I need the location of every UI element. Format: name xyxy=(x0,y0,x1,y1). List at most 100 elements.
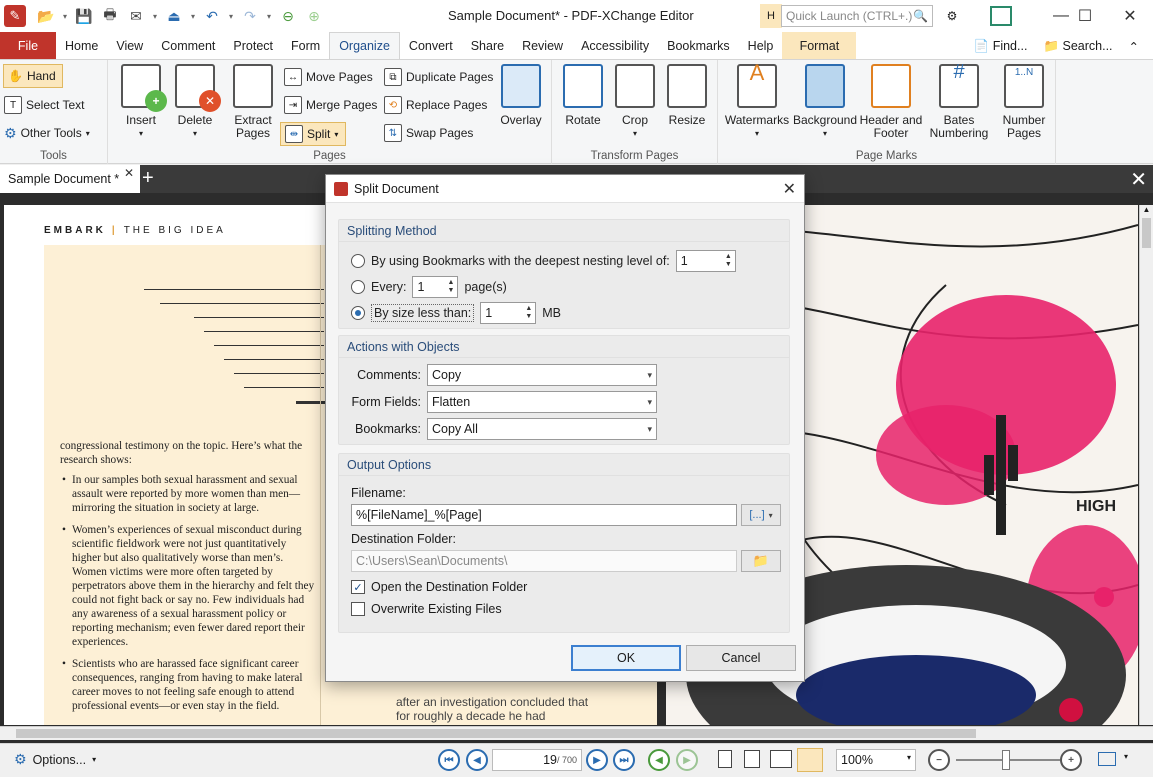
open-dropdown-icon[interactable]: ▾ xyxy=(60,4,70,28)
bates-numbering-button[interactable]: # Bates Numbering xyxy=(924,62,994,140)
tab-convert[interactable]: Convert xyxy=(400,32,462,59)
swap-pages-button[interactable]: ⇅ Swap Pages xyxy=(384,122,473,144)
tab-format[interactable]: Format xyxy=(782,32,857,59)
crop-button[interactable]: Crop ▾ xyxy=(610,64,660,140)
tab-protect[interactable]: Protect xyxy=(224,32,282,59)
destination-folder-input[interactable]: C:\Users\Sean\Documents\ xyxy=(351,550,737,572)
tab-organize[interactable]: Organize xyxy=(329,32,400,59)
overlay-button[interactable]: Overlay xyxy=(496,64,546,127)
document-tab[interactable]: Sample Document * xyxy=(0,165,140,193)
bookmarks-radio[interactable] xyxy=(351,254,365,268)
search-button[interactable]: 📁 Search... xyxy=(1043,39,1112,54)
options-button[interactable]: ⚙ Options... ▾ xyxy=(14,751,96,768)
select-text-button[interactable]: T Select Text xyxy=(4,94,84,116)
stepper-arrows-icon[interactable]: ▲ ▼ xyxy=(525,305,532,321)
merge-pages-button[interactable]: ⇥ Merge Pages xyxy=(284,94,377,116)
size-radio[interactable] xyxy=(351,306,365,320)
tab-accessibility[interactable]: Accessibility xyxy=(572,32,658,59)
dialog-close-button[interactable]: ✕ xyxy=(783,179,796,199)
tab-help[interactable]: Help xyxy=(739,32,783,59)
continuous-icon[interactable] xyxy=(744,750,760,768)
scan-dropdown-icon[interactable]: ▾ xyxy=(188,4,198,28)
every-pages-split-option[interactable]: Every: 1 ▲ ▼ page(s) xyxy=(351,276,507,298)
comments-select[interactable]: Copy ▾ xyxy=(427,364,657,386)
forward-view-button[interactable]: ▶ xyxy=(676,749,698,771)
save-icon[interactable]: 💾 xyxy=(72,4,96,28)
previous-page-button[interactable]: ◀ xyxy=(466,749,488,771)
find-button[interactable]: 📄 Find... xyxy=(974,39,1028,54)
stepper-arrows-icon[interactable]: ▲ ▼ xyxy=(725,253,732,269)
fullscreen-icon[interactable] xyxy=(990,6,1012,26)
zoom-out-button[interactable]: − xyxy=(928,749,950,771)
single-page-icon[interactable] xyxy=(718,750,732,768)
tab-view[interactable]: View xyxy=(107,32,152,59)
undo-dropdown-icon[interactable]: ▾ xyxy=(226,4,236,28)
first-page-button[interactable]: ⏮ xyxy=(438,749,460,771)
document-tab-close-icon[interactable]: ✕ xyxy=(124,166,134,180)
browse-folder-button[interactable]: 📁 xyxy=(741,550,781,572)
customize-icon[interactable]: ⚙ xyxy=(940,4,964,28)
next-page-button[interactable]: ▶ xyxy=(586,749,608,771)
page-number-input[interactable]: 19/ 700 xyxy=(492,749,582,771)
tab-review[interactable]: Review xyxy=(513,32,572,59)
close-window-button[interactable]: ✕ xyxy=(1107,0,1153,32)
every-pages-stepper[interactable]: 1 ▲ ▼ xyxy=(412,276,459,298)
overwrite-option[interactable]: Overwrite Existing Files xyxy=(351,602,502,616)
bookmark-level-stepper[interactable]: 1 ▲ ▼ xyxy=(675,250,736,272)
print-icon[interactable]: 🖶 xyxy=(98,4,122,28)
size-stepper[interactable]: 1 ▲ ▼ xyxy=(480,302,537,324)
facing-icon[interactable] xyxy=(770,750,792,768)
tab-file[interactable]: File xyxy=(0,32,56,59)
stepper-arrows-icon[interactable]: ▲ ▼ xyxy=(448,279,455,295)
close-document-icon[interactable]: ✕ xyxy=(1130,167,1147,192)
delete-button[interactable]: ✕ Delete ▾ xyxy=(170,64,221,140)
watermarks-button[interactable]: A Watermarks ▾ xyxy=(722,62,792,140)
tab-bookmarks[interactable]: Bookmarks xyxy=(658,32,739,59)
quick-launch-input[interactable]: Quick Launch (CTRL+.) 🔍 xyxy=(781,5,933,27)
duplicate-pages-button[interactable]: ⧉ Duplicate Pages xyxy=(384,66,493,88)
overwrite-checkbox[interactable] xyxy=(351,602,365,616)
number-pages-button[interactable]: 1..N Number Pages xyxy=(994,64,1054,140)
zoom-slider-thumb[interactable] xyxy=(1002,750,1010,770)
cancel-button[interactable]: Cancel xyxy=(686,645,796,671)
new-tab-icon[interactable]: + xyxy=(142,167,154,190)
redo-dropdown-icon[interactable]: ▾ xyxy=(264,4,274,28)
scan-icon[interactable]: ⏏ xyxy=(162,4,186,28)
forward-icon[interactable]: ⊕ xyxy=(302,4,326,28)
tab-form[interactable]: Form xyxy=(282,32,329,59)
header-footer-button[interactable]: Header and Footer xyxy=(858,64,924,140)
other-tools-button[interactable]: ⚙ Other Tools ▾ xyxy=(4,122,90,144)
size-split-option[interactable]: By size less than: 1 ▲ ▼ MB xyxy=(351,302,561,324)
zoom-in-button[interactable]: + xyxy=(1060,749,1082,771)
filename-input[interactable]: %[FileName]_%[Page] xyxy=(351,504,737,526)
extract-pages-button[interactable]: Extract Pages xyxy=(228,64,278,140)
back-icon[interactable]: ⊖ xyxy=(276,4,300,28)
fit-chevron-icon[interactable]: ▾ xyxy=(1124,752,1128,761)
vertical-scrollbar[interactable]: ▲ xyxy=(1139,205,1153,725)
background-button[interactable]: Background ▾ xyxy=(792,64,858,140)
last-page-button[interactable]: ⏭ xyxy=(613,749,635,771)
tab-home[interactable]: Home xyxy=(56,32,107,59)
back-view-button[interactable]: ◀ xyxy=(648,749,670,771)
rotate-button[interactable]: Rotate xyxy=(558,64,608,127)
open-destination-option[interactable]: ✓ Open the Destination Folder xyxy=(351,580,527,594)
tab-share[interactable]: Share xyxy=(462,32,513,59)
maximize-button[interactable]: ☐ xyxy=(1062,0,1108,32)
email-dropdown-icon[interactable]: ▾ xyxy=(150,4,160,28)
facing-continuous-icon[interactable] xyxy=(797,748,823,772)
redo-icon[interactable]: ↷ xyxy=(238,4,262,28)
move-pages-button[interactable]: ↔ Move Pages xyxy=(284,66,373,88)
split-button[interactable]: ⇹ Split ▾ xyxy=(280,122,346,146)
horizontal-scrollbar[interactable] xyxy=(0,726,1153,740)
collapse-ribbon-icon[interactable]: ⌃ xyxy=(1129,39,1139,54)
scroll-thumb[interactable] xyxy=(1142,218,1151,248)
form-fields-select[interactable]: Flatten ▾ xyxy=(427,391,657,413)
resize-button[interactable]: Resize xyxy=(662,64,712,127)
fit-width-icon[interactable] xyxy=(1098,752,1116,766)
email-icon[interactable]: ✉ xyxy=(124,4,148,28)
hand-tool-button[interactable]: ✋ Hand xyxy=(3,64,63,88)
bookmarks-split-option[interactable]: By using Bookmarks with the deepest nest… xyxy=(351,250,736,272)
open-destination-checkbox[interactable]: ✓ xyxy=(351,580,365,594)
bookmarks-action-select[interactable]: Copy All ▾ xyxy=(427,418,657,440)
hscroll-thumb[interactable] xyxy=(16,729,976,738)
